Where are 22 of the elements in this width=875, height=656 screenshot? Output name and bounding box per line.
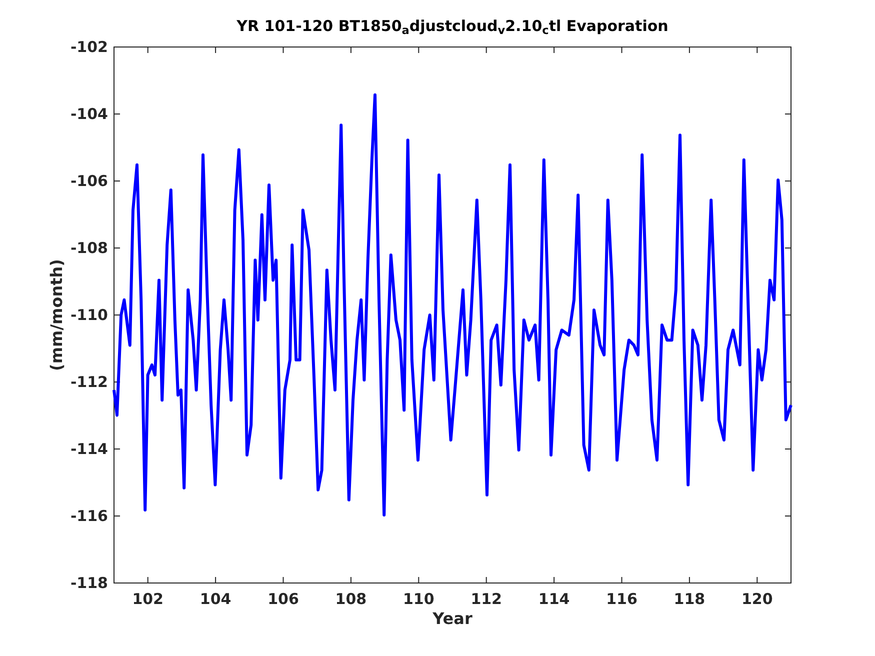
tick-label: 120	[742, 590, 773, 608]
tick-label: 110	[403, 590, 434, 608]
tick-label: -110	[70, 306, 108, 324]
tick-label: -104	[70, 105, 108, 123]
tick-label: 112	[470, 590, 502, 608]
tick-label: 102	[132, 590, 164, 608]
tick-label: -114	[70, 440, 108, 458]
tick-label: -116	[70, 507, 108, 525]
tick-label: 118	[674, 590, 706, 608]
tick-label: -112	[70, 373, 108, 391]
tick-label: 104	[200, 590, 232, 608]
axis-label: Year	[432, 609, 472, 628]
tick-label: 116	[606, 590, 638, 608]
chart-title: YR 101-120 BT1850$_{a}$djustcloud$_{v}$2.10$_{c}$tl Evaporation	[236, 16, 670, 36]
tick-label: 106	[268, 590, 299, 608]
tick-label: -106	[70, 172, 108, 190]
tick-label: -118	[70, 574, 108, 592]
axis-label: (mm/month)	[47, 259, 66, 371]
tick-label: 108	[335, 590, 367, 608]
tick-label: -108	[70, 239, 108, 257]
tick-label: -102	[70, 38, 108, 56]
tick-label: 114	[538, 590, 570, 608]
